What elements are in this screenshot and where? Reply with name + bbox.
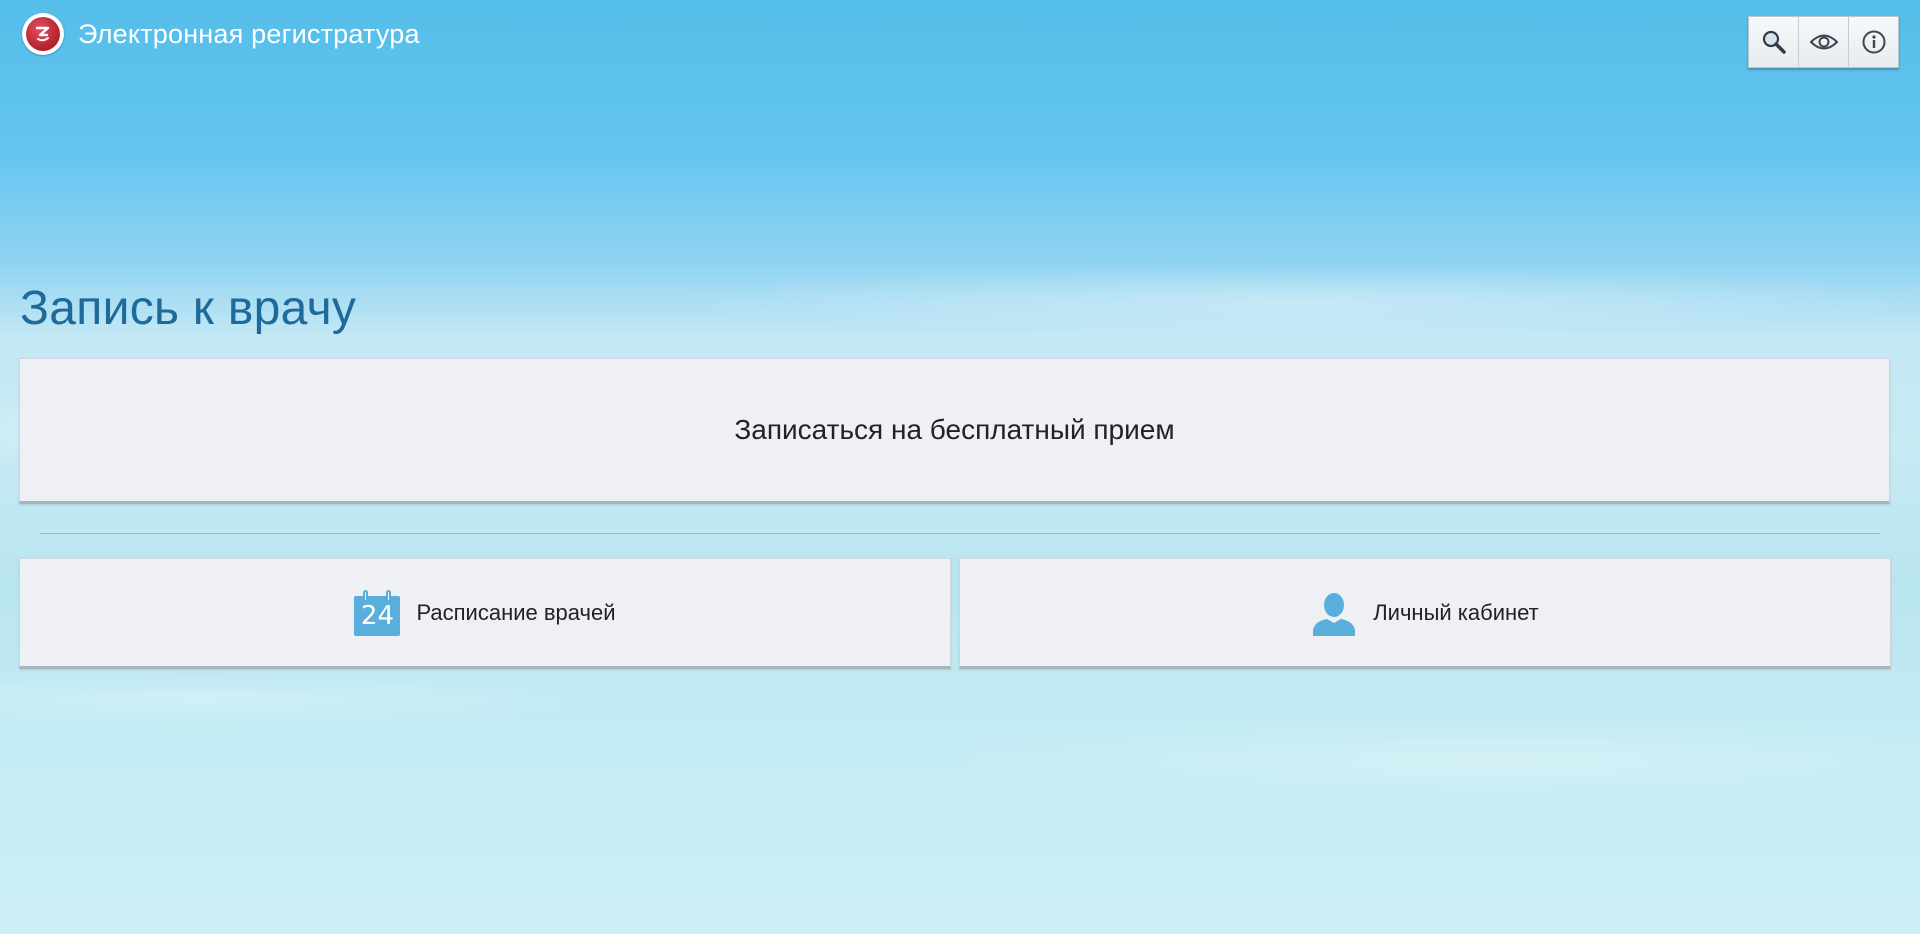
personal-cabinet-button[interactable]: Личный кабинет xyxy=(959,558,1891,669)
app-title: Электронная регистратура xyxy=(78,18,420,49)
user-icon xyxy=(1313,592,1356,636)
doctor-schedule-label: Расписание врачей xyxy=(416,599,616,625)
free-appointment-button[interactable]: Записаться на бесплатный прием xyxy=(19,358,1890,504)
divider xyxy=(40,533,1880,534)
search-icon xyxy=(1762,30,1786,54)
app-header: Электронная регистратура xyxy=(22,12,420,56)
eye-icon xyxy=(1809,34,1838,50)
info-button[interactable] xyxy=(1849,17,1898,67)
free-appointment-label: Записаться на бесплатный прием xyxy=(734,414,1175,445)
calendar-icon: 24 xyxy=(354,589,401,636)
doctor-schedule-button[interactable]: 24 Расписание врачей xyxy=(19,558,951,669)
visibility-button[interactable] xyxy=(1799,17,1849,67)
info-icon xyxy=(1862,30,1885,54)
search-button[interactable] xyxy=(1749,17,1799,67)
registry-logo-icon[interactable] xyxy=(22,13,64,55)
page-title: Запись к врачу xyxy=(20,282,357,335)
personal-cabinet-label: Личный кабинет xyxy=(1373,599,1539,625)
accessibility-toolbar xyxy=(1748,16,1899,68)
